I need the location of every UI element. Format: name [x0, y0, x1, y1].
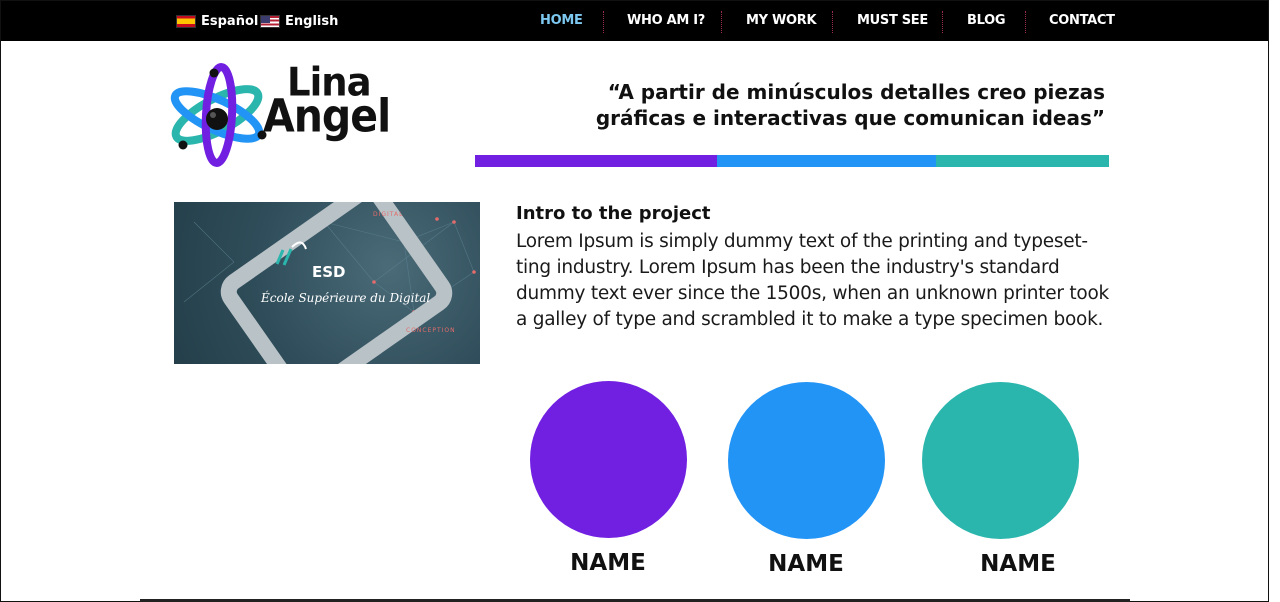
member-card: NAME [726, 382, 886, 577]
map-label: DIGITAL [373, 211, 404, 218]
us-flag-icon [260, 14, 280, 28]
intro-body: Lorem Ipsum is simply dummy text of the … [516, 231, 1110, 330]
member-name: NAME [570, 550, 646, 576]
map-label: CONCEPTION [406, 327, 456, 334]
nav-separator [603, 11, 604, 33]
nav-separator [721, 11, 722, 33]
project-image[interactable] [174, 202, 480, 364]
nav-separator [942, 11, 943, 33]
language-label: English [285, 13, 339, 29]
main-nav: HOME WHO AM I? MY WORK MUST SEE BLOG CON… [516, 1, 1116, 41]
color-divider-bar [475, 155, 1109, 167]
spain-flag-icon [176, 14, 196, 28]
member-name: NAME [980, 551, 1056, 577]
color-bar-blue [717, 155, 936, 167]
intro-title: Intro to the project [516, 203, 711, 224]
top-bar: Español English HOME WHO AM I? MY WORK M… [1, 1, 1268, 41]
language-label: Español [201, 13, 259, 29]
member-circle-blue[interactable] [727, 382, 885, 539]
nav-separator [832, 11, 833, 33]
nav-must-see[interactable]: MUST SEE [857, 13, 928, 28]
member-name: NAME [768, 551, 844, 577]
tablet-illustration-icon [183, 202, 476, 364]
member-card: NAME [920, 382, 1080, 577]
language-english-link[interactable]: English [260, 13, 338, 29]
member-card: NAME [528, 381, 688, 576]
nav-my-work[interactable]: MY WORK [746, 13, 817, 28]
nav-separator [1025, 11, 1026, 33]
member-circle-purple[interactable] [529, 381, 687, 538]
project-image-subtitle: École Supérieure du Digital [261, 291, 431, 305]
project-image-title: ESD [312, 263, 346, 281]
nav-home[interactable]: HOME [540, 13, 583, 28]
window-edge [1269, 0, 1280, 602]
nav-blog[interactable]: BLOG [967, 13, 1006, 28]
logo-text-angel: Angel [263, 89, 391, 143]
color-bar-purple [475, 155, 717, 167]
tagline-quote: “A partir de minúsculos detalles creo pi… [595, 80, 1105, 130]
language-spanish-link[interactable]: Español [176, 13, 258, 29]
page-frame: Español English HOME WHO AM I? MY WORK M… [0, 0, 1269, 602]
nav-who-am-i[interactable]: WHO AM I? [627, 13, 705, 28]
color-bar-teal [936, 155, 1109, 167]
member-circle-teal[interactable] [921, 382, 1079, 539]
nav-contact[interactable]: CONTACT [1049, 13, 1115, 28]
